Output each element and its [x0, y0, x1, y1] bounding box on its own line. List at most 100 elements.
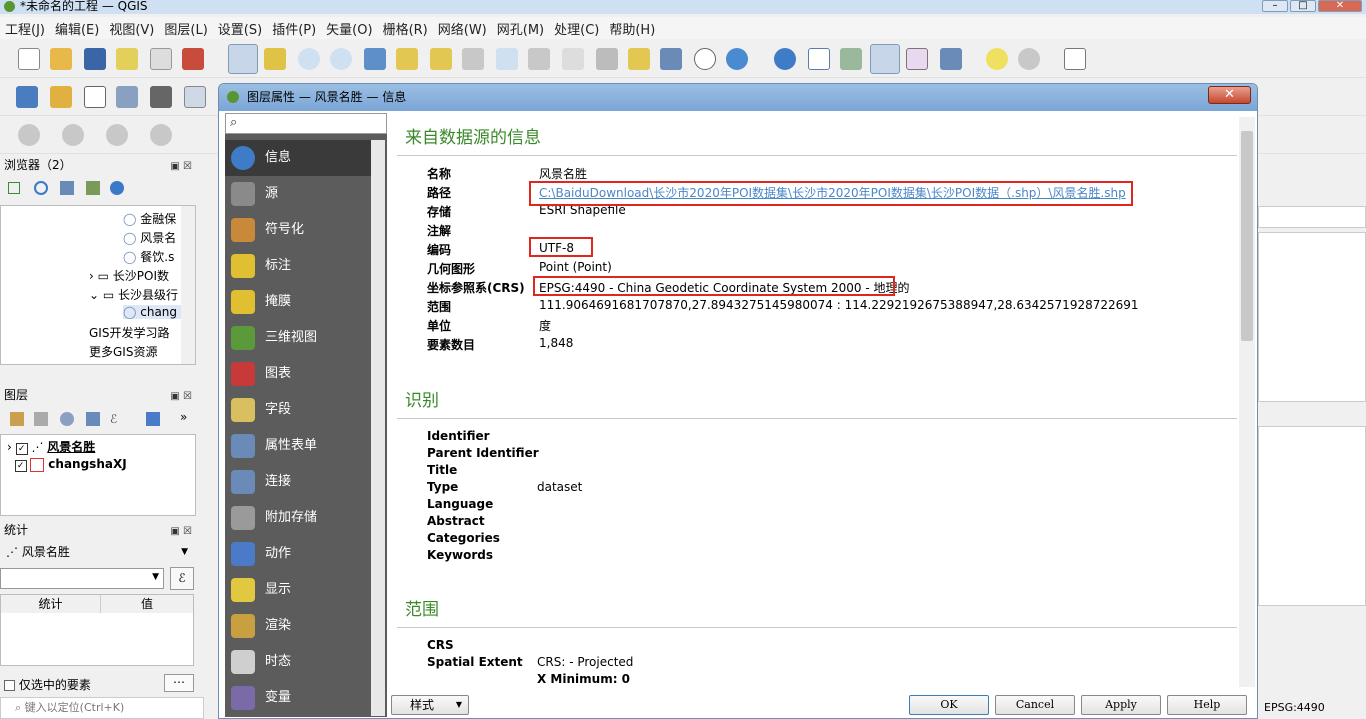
panel-float-close-icons[interactable]: ▣ ☒ [170, 523, 192, 541]
add-group-icon[interactable] [34, 412, 48, 426]
browser-scrollbar[interactable] [181, 206, 195, 364]
browser-folder[interactable]: ⌄ ▭ 长沙县级行 [89, 286, 178, 303]
content-scrollbar[interactable] [1239, 117, 1255, 687]
sidebar-item-5[interactable]: 掩膜 [225, 284, 371, 320]
refresh-icon[interactable] [726, 48, 748, 70]
menu-item[interactable]: 栅格(R) [378, 19, 433, 38]
layer-item[interactable]: ✓ changshaXJ [7, 457, 127, 472]
save-as-icon[interactable] [116, 48, 138, 70]
filter-browser-icon[interactable] [60, 181, 74, 195]
browser-item[interactable]: ◯ 餐饮.s [123, 248, 174, 265]
browser-item[interactable]: ◯ 金融保 [123, 210, 176, 227]
zoom-in-icon[interactable] [298, 48, 320, 70]
sidebar-item-1[interactable]: 信息 [225, 140, 371, 176]
browser-folder[interactable]: › ▭ 长沙POI数 [89, 267, 169, 284]
stats-col-header[interactable]: 统计 [1, 595, 101, 613]
dialog-close-button[interactable]: ✕ [1208, 86, 1251, 104]
sidebar-item-4[interactable]: 标注 [225, 248, 371, 284]
locator-bar[interactable]: ⌕ 键入以定位(Ctrl+K) [0, 697, 204, 719]
print-layout-icon[interactable] [150, 48, 172, 70]
menu-item[interactable]: 设置(S) [213, 19, 267, 38]
menu-item[interactable]: 网络(W) [433, 19, 492, 38]
save-project-icon[interactable] [84, 48, 106, 70]
sidebar-item-15[interactable]: 时态 [225, 644, 371, 680]
ok-button[interactable]: OK [909, 695, 989, 715]
browser-item[interactable]: 更多GIS资源 [89, 343, 157, 360]
maximize-button[interactable]: □ [1290, 0, 1316, 12]
annotation-icon[interactable] [1018, 48, 1040, 70]
style-manager-icon[interactable] [182, 48, 204, 70]
sidebar-item-2[interactable]: 源 [225, 176, 371, 212]
crs-status[interactable]: EPSG:4490 [1258, 697, 1366, 719]
sidebar-item-11[interactable]: 附加存储 [225, 500, 371, 536]
selected-only-checkbox[interactable]: 仅选中的要素 [4, 676, 91, 693]
identify-features-icon[interactable] [774, 48, 796, 70]
sidebar-item-13[interactable]: 显示 [225, 572, 371, 608]
menu-item[interactable]: 帮助(H) [604, 19, 660, 38]
cancel-button[interactable]: Cancel [995, 695, 1075, 715]
filter-legend-icon[interactable] [86, 412, 100, 426]
digitize-polygon-icon[interactable] [106, 124, 128, 146]
menu-item[interactable]: 处理(C) [549, 19, 604, 38]
style-menu-button[interactable]: 样式 ▼ [391, 695, 469, 715]
sidebar-item-10[interactable]: 连接 [225, 464, 371, 500]
help-button[interactable]: Help [1167, 695, 1247, 715]
pan-hand-icon[interactable] [228, 44, 258, 74]
expand-all-icon[interactable] [146, 412, 160, 426]
new-virtual-layer-icon[interactable] [84, 86, 106, 108]
minimize-button[interactable]: – [1262, 0, 1288, 12]
layers-tree[interactable]: › ✓ ⋰ 风景名胜 ✓ changshaXJ [0, 434, 196, 516]
apply-button[interactable]: Apply [1081, 695, 1161, 715]
pan-to-selection-icon[interactable] [264, 48, 286, 70]
browser-item[interactable]: GIS开发学习路 [89, 324, 169, 341]
more-icon[interactable]: » [180, 410, 187, 424]
sidebar-item-3[interactable]: 符号化 [225, 212, 371, 248]
digitize-line-icon[interactable] [62, 124, 84, 146]
zoom-next-icon[interactable] [528, 48, 550, 70]
statistical-summary-icon[interactable] [906, 48, 928, 70]
new-3d-view-icon[interactable] [596, 48, 618, 70]
sidebar-search-input[interactable]: ⌕ [225, 113, 387, 134]
browser-item-selected[interactable]: ◯ chang [123, 305, 184, 319]
field-calculator-icon[interactable] [840, 48, 862, 70]
digitize-point-icon[interactable] [18, 124, 40, 146]
sidebar-item-16[interactable]: 变量 [225, 680, 371, 716]
menu-item[interactable]: 编辑(E) [50, 19, 104, 38]
menu-item[interactable]: 插件(P) [267, 19, 321, 38]
open-layer-styling-icon[interactable] [10, 412, 24, 426]
panel-float-close-icons[interactable]: ▣ ☒ [170, 158, 192, 176]
scrollbar-thumb[interactable] [1241, 131, 1253, 341]
attribute-table-icon[interactable] [808, 48, 830, 70]
add-selected-layers-icon[interactable] [8, 182, 20, 194]
browser-tree[interactable]: ◯ 金融保 ◯ 风景名 ◯ 餐饮.s › ▭ 长沙POI数 ⌄ ▭ 长沙县级行 … [0, 205, 196, 365]
menu-item[interactable]: 视图(V) [104, 19, 159, 38]
stats-more-button[interactable]: ⋯ [164, 674, 194, 692]
stats-col-header[interactable]: 值 [101, 595, 193, 613]
sidebar-item-9[interactable]: 属性表单 [225, 428, 371, 464]
menu-item[interactable]: 矢量(O) [321, 19, 377, 38]
expression-button[interactable]: ℰ [170, 567, 194, 590]
new-geopackage-icon[interactable] [50, 86, 72, 108]
sidebar-item-7[interactable]: 图表 [225, 356, 371, 392]
show-bookmarks-icon[interactable] [660, 48, 682, 70]
menu-item[interactable]: 工程(J) [0, 19, 50, 38]
sidebar-item-12[interactable]: 动作 [225, 536, 371, 572]
stats-field-select[interactable]: ▼ [0, 568, 164, 589]
new-project-icon[interactable] [18, 48, 40, 70]
right-dock-input[interactable] [1258, 206, 1366, 228]
close-button[interactable]: ✕ [1318, 0, 1362, 12]
zoom-last-icon[interactable] [496, 48, 518, 70]
zoom-native-icon[interactable] [462, 48, 484, 70]
browser-item[interactable]: ◯ 风景名 [123, 229, 176, 246]
enable-properties-icon[interactable] [110, 181, 124, 195]
panel-float-close-icons[interactable]: ▣ ☒ [170, 388, 192, 406]
refresh-browser-icon[interactable] [34, 181, 48, 195]
new-map-view-icon[interactable] [562, 48, 584, 70]
text-annotation-icon[interactable] [1064, 48, 1086, 70]
zoom-layer-icon[interactable] [430, 48, 452, 70]
map-tips-icon[interactable] [986, 48, 1008, 70]
menu-item[interactable]: 网孔(M) [492, 19, 549, 38]
measure-icon[interactable] [940, 48, 962, 70]
sidebar-item-14[interactable]: 渲染 [225, 608, 371, 644]
layer-item[interactable]: › ✓ ⋰ 风景名胜 [7, 438, 95, 455]
